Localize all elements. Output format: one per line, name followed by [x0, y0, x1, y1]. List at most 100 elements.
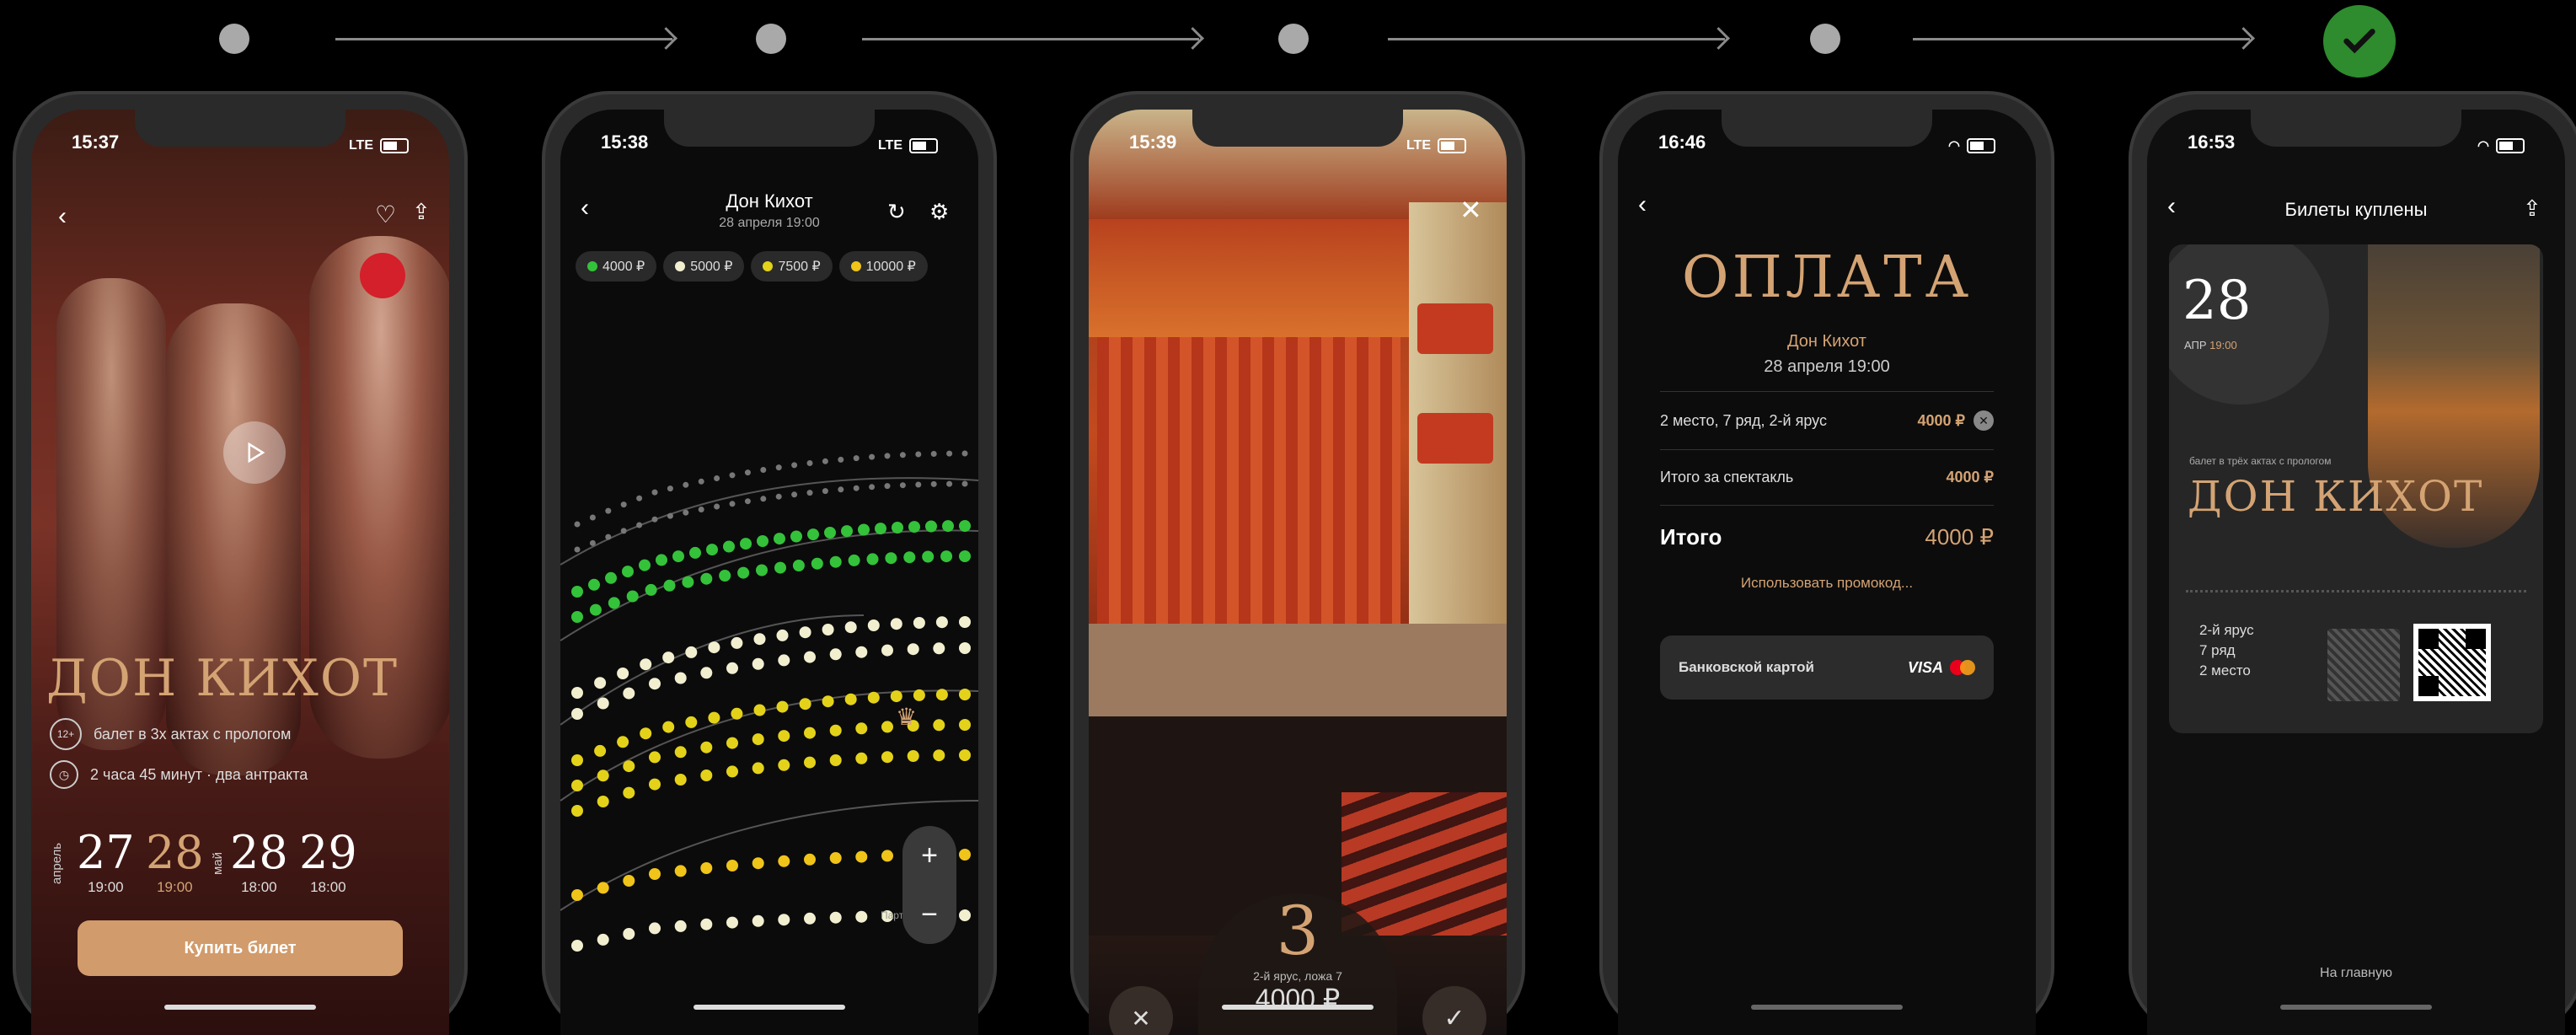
seat[interactable]: [885, 552, 897, 565]
seat[interactable]: [620, 501, 627, 508]
seat[interactable]: [776, 629, 789, 641]
seat[interactable]: [729, 501, 736, 507]
seat[interactable]: [959, 616, 971, 628]
seat[interactable]: [753, 704, 766, 716]
seat[interactable]: [778, 759, 790, 771]
seat[interactable]: [959, 719, 971, 731]
home-link[interactable]: На главную: [2147, 966, 2565, 981]
seat[interactable]: [682, 576, 694, 588]
seat[interactable]: [922, 550, 935, 563]
seat[interactable]: [915, 481, 922, 488]
seat[interactable]: [853, 455, 860, 462]
seat[interactable]: [942, 520, 954, 533]
back-icon[interactable]: ‹: [58, 202, 67, 231]
seat[interactable]: [858, 523, 870, 536]
seat[interactable]: [752, 657, 764, 670]
seat[interactable]: [737, 566, 750, 579]
seat[interactable]: [623, 760, 635, 773]
seat[interactable]: [838, 486, 844, 493]
back-icon[interactable]: ‹: [1638, 190, 1647, 219]
seat[interactable]: [907, 750, 919, 762]
buy-ticket-button[interactable]: Купить билет: [78, 920, 403, 976]
seat[interactable]: [881, 644, 893, 657]
seat[interactable]: [853, 485, 860, 491]
seat[interactable]: [841, 525, 853, 538]
seat[interactable]: [946, 480, 953, 487]
seat[interactable]: [683, 481, 689, 488]
seat[interactable]: [807, 528, 819, 541]
seat[interactable]: [855, 752, 868, 764]
promo-code-link[interactable]: Использовать промокод...: [1618, 575, 2036, 592]
seat[interactable]: [806, 460, 813, 466]
seat[interactable]: [744, 498, 751, 505]
seat[interactable]: [689, 546, 701, 559]
seat[interactable]: [649, 678, 661, 690]
seat[interactable]: [855, 850, 868, 863]
seat[interactable]: [667, 512, 673, 519]
seat[interactable]: [597, 770, 609, 782]
seat[interactable]: [881, 721, 893, 733]
seat[interactable]: [930, 451, 937, 457]
date-option-selected[interactable]: 28 19:00: [146, 826, 204, 896]
seat[interactable]: [719, 570, 731, 582]
seat[interactable]: [855, 722, 868, 735]
seat[interactable]: [662, 652, 675, 664]
seat[interactable]: [935, 616, 948, 629]
reject-button[interactable]: ✕: [1109, 986, 1173, 1035]
seat[interactable]: [899, 452, 906, 459]
seat[interactable]: [685, 646, 698, 658]
zoom-in-icon[interactable]: +: [921, 839, 938, 872]
seat[interactable]: [899, 482, 906, 489]
seat[interactable]: [700, 862, 713, 874]
seat[interactable]: [890, 618, 902, 630]
seat[interactable]: [752, 857, 764, 870]
seat[interactable]: [908, 521, 920, 534]
seat[interactable]: [806, 490, 813, 496]
seat[interactable]: [799, 626, 811, 639]
seat[interactable]: [726, 765, 738, 778]
seat[interactable]: [913, 689, 925, 701]
seat[interactable]: [822, 488, 828, 495]
seat[interactable]: [829, 911, 842, 924]
seat[interactable]: [731, 636, 743, 649]
seat[interactable]: [775, 464, 782, 471]
seat[interactable]: [829, 648, 842, 661]
price-chip[interactable]: 5000 ₽: [663, 251, 745, 282]
seat[interactable]: [663, 579, 676, 592]
seat[interactable]: [855, 646, 868, 658]
seat[interactable]: [744, 469, 751, 476]
seat[interactable]: [723, 540, 735, 553]
seat[interactable]: [571, 780, 583, 791]
seat[interactable]: [915, 451, 922, 458]
seat[interactable]: [623, 875, 635, 887]
seat[interactable]: [752, 733, 764, 746]
seat[interactable]: [961, 450, 968, 457]
seat[interactable]: [571, 754, 583, 766]
seat[interactable]: [791, 491, 798, 498]
seat[interactable]: [649, 922, 661, 935]
seat[interactable]: [700, 770, 713, 781]
seat[interactable]: [799, 698, 811, 711]
seat[interactable]: [811, 557, 823, 570]
seat[interactable]: [881, 850, 893, 862]
seat[interactable]: [597, 933, 609, 946]
date-option[interactable]: 29 18:00: [299, 826, 357, 896]
share-icon[interactable]: ⇪: [2523, 196, 2541, 222]
seat[interactable]: [706, 544, 718, 556]
seat[interactable]: [752, 762, 764, 775]
confirm-button[interactable]: ✓: [1422, 986, 1486, 1035]
seat[interactable]: [866, 553, 879, 566]
refresh-icon[interactable]: ↻: [887, 199, 906, 225]
seat[interactable]: [959, 550, 971, 562]
seat[interactable]: [790, 530, 802, 543]
seat[interactable]: [844, 693, 857, 705]
price-chip[interactable]: 7500 ₽: [751, 251, 833, 282]
seat[interactable]: [623, 786, 635, 799]
seat[interactable]: [649, 778, 661, 791]
seat[interactable]: [589, 514, 596, 521]
seat[interactable]: [776, 700, 789, 713]
seat[interactable]: [829, 754, 842, 766]
date-option[interactable]: 28 18:00: [230, 826, 288, 896]
seat[interactable]: [890, 690, 902, 703]
seat[interactable]: [774, 533, 785, 545]
